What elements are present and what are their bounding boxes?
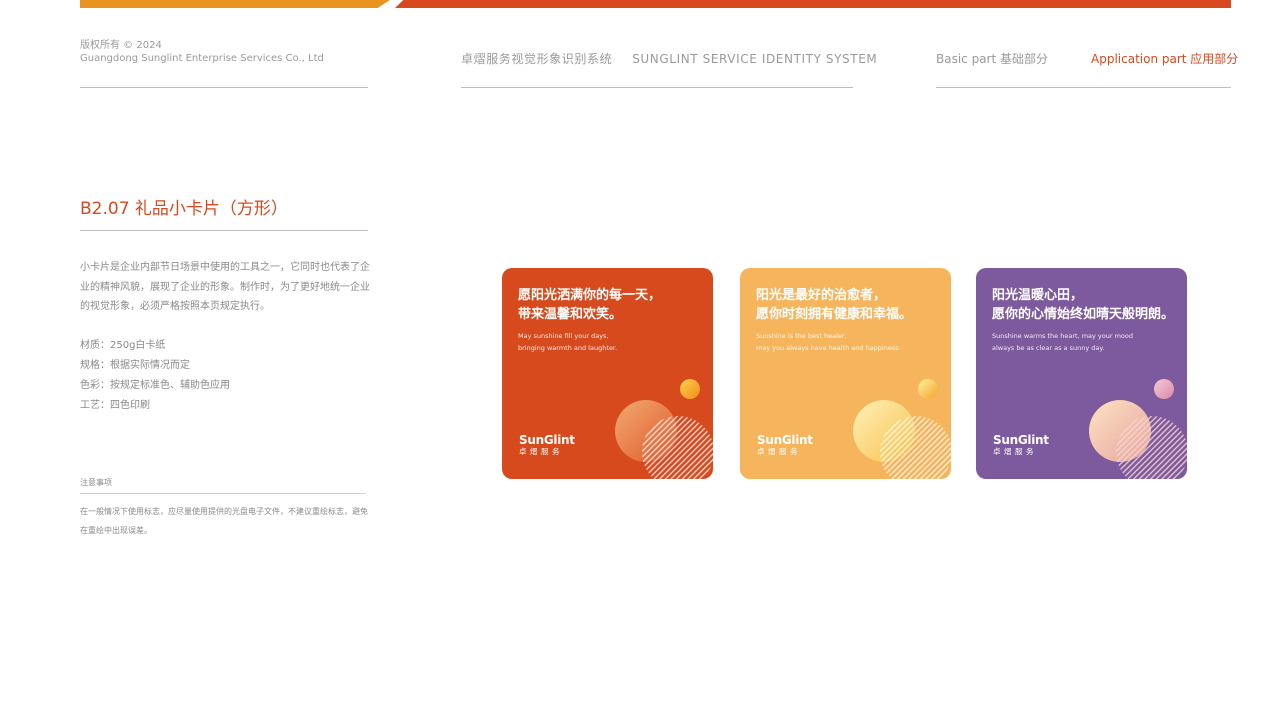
spec-list: 材质：250g白卡纸 规格：根据实际情况而定 色彩：按规定标准色、辅助色应用 工… bbox=[80, 336, 230, 416]
card-subtitle: Sunshine warms the heart, may your mood … bbox=[992, 331, 1133, 354]
logo-chinese: 卓熠服务 bbox=[519, 447, 563, 456]
notes-divider bbox=[80, 493, 366, 494]
top-accent-bar-amber bbox=[80, 0, 390, 8]
card-headline-line-2: 带来温馨和欢笑。 bbox=[518, 307, 623, 322]
sunglint-logo: SunGlint 卓熠服务 bbox=[993, 433, 1049, 457]
card-headline-line-2: 愿你时刻拥有健康和幸福。 bbox=[756, 307, 913, 322]
card-subtitle-line-2: may you always have health and happiness… bbox=[756, 343, 901, 352]
system-title-en: SUNGLINT SERVICE IDENTITY SYSTEM bbox=[632, 52, 878, 66]
card-headline: 阳光是最好的治愈者， 愿你时刻拥有健康和幸福。 bbox=[756, 286, 912, 324]
card-subtitle: Sunshine is the best healer, may you alw… bbox=[756, 331, 901, 354]
system-title: 卓熠服务视觉形象识别系统 SUNGLINT SERVICE IDENTITY SY… bbox=[461, 50, 877, 67]
header-divider-right bbox=[936, 87, 1231, 88]
section-title-divider bbox=[80, 230, 368, 231]
card-subtitle-line-1: Sunshine warms the heart, may your mood bbox=[992, 332, 1134, 340]
card-headline-line-2: 愿你的心情始终如晴天般明朗。 bbox=[992, 307, 1175, 322]
sun-dot bbox=[680, 379, 700, 399]
card-subtitle-line-1: Sunshine is the best healer, bbox=[756, 332, 847, 340]
top-accent-bar-orange bbox=[395, 0, 1231, 8]
section-description: 小卡片是企业内部节日场景中使用的工具之一，它同时也代表了企业的精神风貌，展现了企… bbox=[80, 262, 370, 312]
nav-application-part[interactable]: Application part 应用部分 bbox=[1091, 50, 1238, 67]
card-subtitle-line-2: bringing warmth and laughter. bbox=[518, 343, 618, 352]
gift-card-yellow: 阳光是最好的治愈者， 愿你时刻拥有健康和幸福。 Sunshine is the … bbox=[740, 268, 951, 479]
company-name: Guangdong Sunglint Enterprise Services C… bbox=[80, 53, 324, 64]
copyright-block: 版权所有 © 2024 Guangdong Sunglint Enterpris… bbox=[80, 39, 324, 65]
logo-chinese: 卓熠服务 bbox=[993, 447, 1037, 456]
spec-color: 色彩：按规定标准色、辅助色应用 bbox=[80, 380, 230, 391]
logo-wordmark: SunGlint bbox=[519, 433, 575, 447]
logo-wordmark: SunGlint bbox=[757, 433, 813, 447]
header-divider-center bbox=[461, 87, 853, 88]
card-headline-line-1: 阳光是最好的治愈者， bbox=[756, 288, 887, 303]
notes-label: 注意事项 bbox=[80, 478, 112, 487]
nav-basic-part[interactable]: Basic part 基础部分 bbox=[936, 50, 1048, 67]
system-title-cn: 卓熠服务视觉形象识别系统 bbox=[461, 52, 613, 66]
card-headline: 阳光温暖心田， 愿你的心情始终如晴天般明朗。 bbox=[992, 286, 1174, 324]
sunglint-logo: SunGlint 卓熠服务 bbox=[757, 433, 813, 457]
logo-chinese: 卓熠服务 bbox=[757, 447, 801, 456]
notes-text: 在一般情况下使用标志，应尽量使用提供的光盘电子文件，不建议重绘标志，避免在重绘中… bbox=[80, 507, 368, 535]
card-subtitle: May sunshine fill your days, bringing wa… bbox=[518, 331, 617, 354]
card-headline: 愿阳光洒满你的每一天， 带来温馨和欢笑。 bbox=[518, 286, 661, 324]
spec-material: 材质：250g白卡纸 bbox=[80, 340, 166, 351]
card-subtitle-line-1: May sunshine fill your days, bbox=[518, 332, 609, 340]
header-divider-left bbox=[80, 87, 368, 88]
card-headline-line-1: 愿阳光洒满你的每一天， bbox=[518, 288, 662, 303]
spec-size: 规格：根据实际情况而定 bbox=[80, 360, 190, 371]
gift-card-orange: 愿阳光洒满你的每一天， 带来温馨和欢笑。 May sunshine fill y… bbox=[502, 268, 713, 479]
copyright-year: 版权所有 © 2024 bbox=[80, 40, 162, 51]
card-headline-line-1: 阳光温暖心田， bbox=[992, 288, 1084, 303]
spec-process: 工艺：四色印刷 bbox=[80, 400, 150, 411]
logo-wordmark: SunGlint bbox=[993, 433, 1049, 447]
sun-dot bbox=[918, 379, 938, 399]
gift-card-purple: 阳光温暖心田， 愿你的心情始终如晴天般明朗。 Sunshine warms th… bbox=[976, 268, 1187, 479]
sun-dot bbox=[1154, 379, 1174, 399]
sunglint-logo: SunGlint 卓熠服务 bbox=[519, 433, 575, 457]
card-subtitle-line-2: always be as clear as a sunny day. bbox=[992, 343, 1105, 352]
section-title: B2.07 礼品小卡片（方形） bbox=[80, 199, 288, 219]
